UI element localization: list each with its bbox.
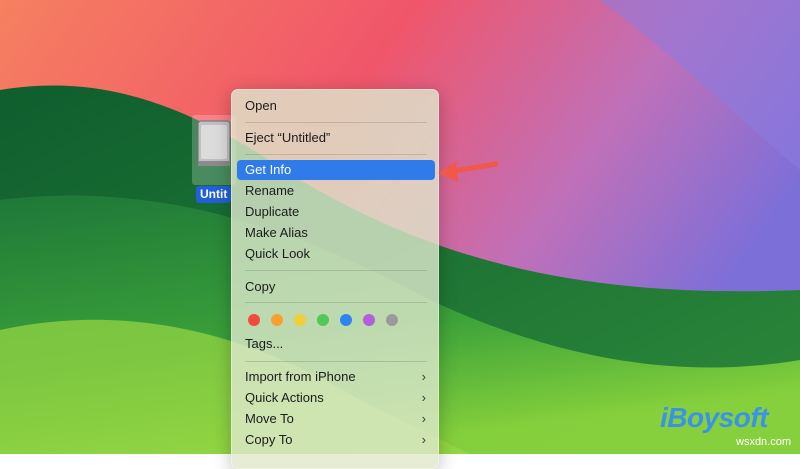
site-watermark: wsxdn.com xyxy=(736,436,792,448)
drive-icon[interactable] xyxy=(192,115,236,185)
brand-logo: iBoysoft xyxy=(660,402,769,433)
menu-item-import-from-iphone[interactable]: Import from iPhone › xyxy=(237,367,435,387)
chevron-right-icon: › xyxy=(421,432,426,447)
menu-item-label: Import from iPhone xyxy=(245,369,356,384)
menu-item-get-info[interactable]: Get Info xyxy=(237,160,435,180)
menu-separator xyxy=(245,361,427,362)
menu-item-copy-to[interactable]: Copy To › xyxy=(237,430,435,450)
chevron-right-icon: › xyxy=(421,369,426,384)
tag-orange-icon[interactable] xyxy=(271,314,283,326)
tag-yellow-icon[interactable] xyxy=(294,314,306,326)
tag-green-icon[interactable] xyxy=(317,314,329,326)
menu-item-label: Copy To xyxy=(245,432,293,447)
chevron-right-icon: › xyxy=(421,411,426,426)
menu-separator xyxy=(245,122,427,123)
drive-label[interactable]: Untit xyxy=(196,186,232,203)
menu-item-move-to[interactable]: Move To › xyxy=(237,409,435,429)
menu-item-copy[interactable]: Copy xyxy=(237,277,435,297)
menu-item-label: Move To xyxy=(245,411,294,426)
menu-item-tags[interactable]: Tags... xyxy=(237,334,435,354)
menu-item-eject[interactable]: Eject “Untitled” xyxy=(237,128,435,148)
menu-item-label: Quick Actions xyxy=(245,390,324,405)
menu-item-open[interactable]: Open xyxy=(237,96,435,116)
tag-blue-icon[interactable] xyxy=(340,314,352,326)
tag-red-icon[interactable] xyxy=(248,314,260,326)
menu-separator xyxy=(245,270,427,271)
context-menu: Open Eject “Untitled” Get Info Rename Du… xyxy=(231,89,439,469)
pointer-arrow-icon xyxy=(438,161,499,182)
menu-item-quick-look[interactable]: Quick Look xyxy=(237,244,435,264)
tag-gray-icon[interactable] xyxy=(386,314,398,326)
tag-purple-icon[interactable] xyxy=(363,314,375,326)
menu-item-rename[interactable]: Rename xyxy=(237,181,435,201)
menu-item-duplicate[interactable]: Duplicate xyxy=(237,202,435,222)
menu-separator xyxy=(245,302,427,303)
menu-separator xyxy=(245,154,427,155)
menu-item-make-alias[interactable]: Make Alias xyxy=(237,223,435,243)
menu-item-quick-actions[interactable]: Quick Actions › xyxy=(237,388,435,408)
chevron-right-icon: › xyxy=(421,390,426,405)
